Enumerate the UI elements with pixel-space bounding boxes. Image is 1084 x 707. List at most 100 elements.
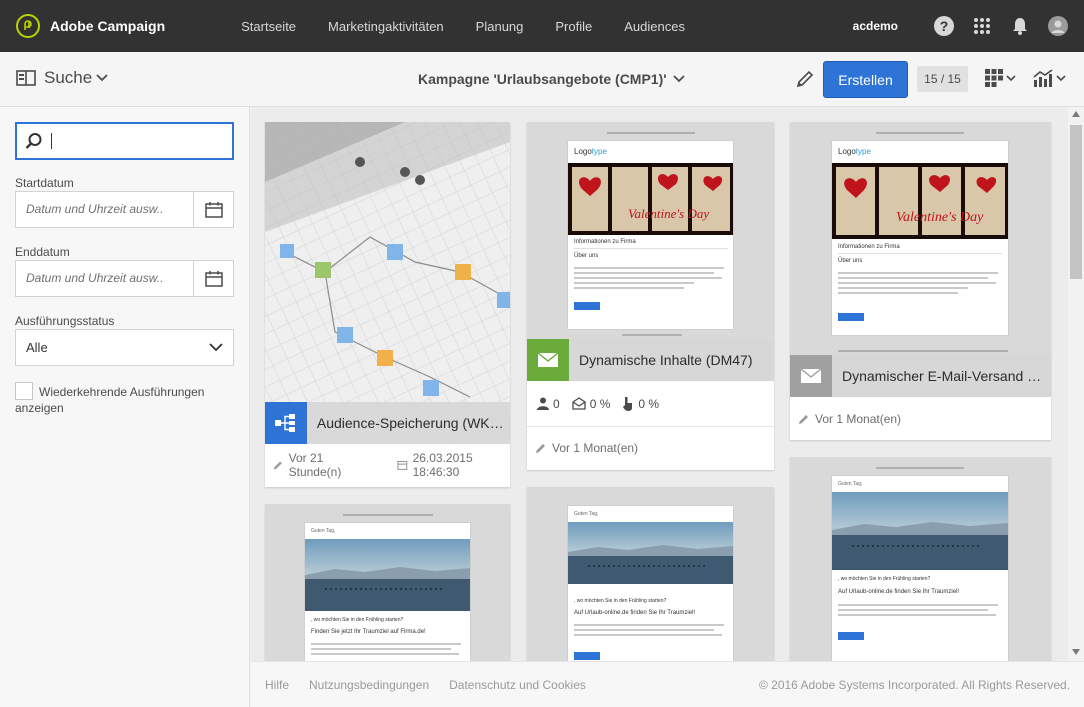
card-modified: Vor 21 Stunde(n) xyxy=(288,451,342,479)
email-greeting: Guten Tag, xyxy=(311,528,336,534)
search-panel-toggle[interactable]: Suche xyxy=(16,68,108,88)
page-footer: Hilfe Nutzungsbedingungen Datenschutz un… xyxy=(251,661,1084,707)
apps-grid-icon[interactable] xyxy=(972,16,992,36)
nav-item-audiences[interactable]: Audiences xyxy=(624,19,685,34)
notifications-bell-icon[interactable] xyxy=(1010,16,1030,36)
valentines-image: Valentine's Day xyxy=(568,163,733,235)
end-date-label: Enddatum xyxy=(15,245,70,259)
app-logo[interactable]: Adobe Campaign xyxy=(16,14,165,38)
adobe-campaign-logo-icon xyxy=(16,14,40,38)
email-question: , wo möchten Sie in den Frühling starten… xyxy=(838,576,931,582)
user-avatar-icon[interactable] xyxy=(1048,16,1068,36)
scrollbar-thumb[interactable] xyxy=(1070,125,1082,279)
email-envelope-icon xyxy=(790,355,832,397)
nav-item-startseite[interactable]: Startseite xyxy=(241,19,296,34)
item-count-badge: 15 / 15 xyxy=(917,66,968,92)
activity-card-email-dm47[interactable]: Logotype Valentine's Day Informationen z… xyxy=(527,122,774,470)
help-icon[interactable]: ? xyxy=(934,16,954,36)
activity-card-grid: Audience-Speicherung (WKF7) Vor 21 Stund… xyxy=(251,107,1084,661)
card-modified: Vor 1 Monat(en) xyxy=(552,441,639,455)
chevron-down-icon xyxy=(209,343,223,352)
nav-right-tools: acdemo ? xyxy=(853,0,1068,52)
delivery-stats: 0 0 % 0 % xyxy=(527,381,774,427)
recurring-executions-label: Wiederkehrende Ausführungen anzeigen xyxy=(15,385,205,415)
footer-link-help[interactable]: Hilfe xyxy=(265,678,289,692)
search-input[interactable] xyxy=(15,122,234,160)
email-cta xyxy=(838,632,864,640)
end-date-placeholder: Datum und Uhrzeit ausw.. xyxy=(26,271,164,285)
end-date-field[interactable]: Datum und Uhrzeit ausw.. xyxy=(15,260,234,297)
pencil-icon xyxy=(799,415,808,424)
svg-text:Valentine's Day: Valentine's Day xyxy=(628,206,709,221)
top-navigation-bar: Adobe Campaign Startseite Marketingaktiv… xyxy=(0,0,1084,52)
email-question: , wo möchten Sie in den Frühling starten… xyxy=(311,617,404,623)
recurring-executions-option[interactable]: Wiederkehrende Ausführungen anzeigen xyxy=(15,382,235,416)
footer-copyright: © 2016 Adobe Systems Incorporated. All R… xyxy=(758,677,1070,692)
person-icon xyxy=(537,397,549,410)
reports-dropdown[interactable] xyxy=(1033,69,1066,87)
activity-card-email-spring-1[interactable]: Guten Tag, , wo möchten Sie in den Frühl… xyxy=(265,504,510,661)
scroll-down-arrow-icon[interactable] xyxy=(1072,649,1080,655)
email-headline: Auf Urlaub-online.de finden Sie Ihr Trau… xyxy=(574,610,696,616)
email-subheading: Über uns xyxy=(574,253,599,259)
nav-item-marketingaktivitaeten[interactable]: Marketingaktivitäten xyxy=(328,19,444,34)
card-view-icon xyxy=(985,69,1003,87)
stat-recipients: 0 xyxy=(537,397,560,411)
nav-item-profile[interactable]: Profile xyxy=(555,19,592,34)
user-name[interactable]: acdemo xyxy=(853,19,898,33)
email-preview: Guten Tag, , wo möchten Sie in den Frühl… xyxy=(567,505,734,661)
text-cursor xyxy=(51,133,52,149)
footer-link-terms[interactable]: Nutzungsbedingungen xyxy=(309,678,429,692)
card-title: Audience-Speicherung (WKF7) xyxy=(316,415,510,431)
email-greeting: Guten Tag, xyxy=(574,511,599,517)
card-modified: Vor 1 Monat(en) xyxy=(815,412,902,426)
nav-item-planung[interactable]: Planung xyxy=(476,19,524,34)
email-subheading: Über uns xyxy=(838,258,863,264)
chevron-down-icon xyxy=(1006,74,1016,81)
preheader-line xyxy=(607,132,695,134)
edit-pencil-icon[interactable] xyxy=(795,69,815,94)
activity-card-email-spring-2[interactable]: Guten Tag, , wo möchten Sie in den Frühl… xyxy=(527,487,774,661)
email-heading: Informationen zu Firma xyxy=(574,239,636,245)
email-preview: Logotype Valentine's Day Informationen z… xyxy=(567,140,734,330)
stat-click-rate: 0 % xyxy=(622,396,659,411)
lake-image xyxy=(568,522,733,584)
lake-image xyxy=(305,539,470,611)
email-preview: Guten Tag, , wo möchten Sie in den Frühl… xyxy=(831,475,1009,661)
create-button[interactable]: Erstellen xyxy=(823,61,908,98)
view-mode-dropdown[interactable] xyxy=(985,69,1016,87)
start-date-field[interactable]: Datum und Uhrzeit ausw.. xyxy=(15,191,234,228)
scroll-up-arrow-icon[interactable] xyxy=(1072,111,1080,117)
card-label-band: Dynamische Inhalte (DM47) xyxy=(527,339,774,381)
email-headline: Finden Sie jetzt Ihr Traumziel auf Firma… xyxy=(311,629,426,635)
execution-status-label: Ausführungsstatus xyxy=(15,314,115,328)
execution-status-select[interactable]: Alle xyxy=(15,329,234,366)
card-meta: Vor 1 Monat(en) xyxy=(790,408,1051,430)
chevron-down-icon xyxy=(672,75,685,83)
activity-card-workflow[interactable]: Audience-Speicherung (WKF7) Vor 21 Stund… xyxy=(265,122,510,487)
card-meta: Vor 21 Stunde(n) 26.03.2015 18:46:30 xyxy=(265,451,510,479)
activity-card-email-dynamic[interactable]: Logotype Valentine's Day Informationen z… xyxy=(790,122,1051,440)
lake-image xyxy=(832,492,1008,570)
pencil-icon xyxy=(536,444,545,453)
search-toggle-label: Suche xyxy=(44,68,93,87)
calendar-icon[interactable] xyxy=(193,192,233,227)
email-question: , wo möchten Sie in den Frühling starten… xyxy=(574,598,667,604)
search-sidebar: Startdatum Datum und Uhrzeit ausw.. Endd… xyxy=(0,107,250,707)
workflow-icon xyxy=(265,402,307,444)
email-heading: Informationen zu Firma xyxy=(838,244,900,250)
activity-card-email-spring-3[interactable]: Guten Tag, , wo möchten Sie in den Frühl… xyxy=(790,457,1051,661)
start-date-label: Startdatum xyxy=(15,176,74,190)
chart-icon xyxy=(1033,69,1053,87)
email-envelope-icon xyxy=(527,339,569,381)
calendar-icon[interactable] xyxy=(193,261,233,296)
email-cta xyxy=(838,313,864,321)
campaign-title-dropdown[interactable]: Kampagne 'Urlaubsangebote (CMP1)' xyxy=(418,71,685,87)
email-greeting: Guten Tag, xyxy=(838,481,863,487)
svg-text:Valentine's Day: Valentine's Day xyxy=(896,210,984,225)
execution-status-value: Alle xyxy=(26,340,48,355)
footer-link-privacy[interactable]: Datenschutz und Cookies xyxy=(449,678,586,692)
chevron-down-icon xyxy=(96,74,108,82)
main-scrollbar[interactable] xyxy=(1068,107,1084,661)
recurring-executions-checkbox[interactable] xyxy=(15,382,33,400)
